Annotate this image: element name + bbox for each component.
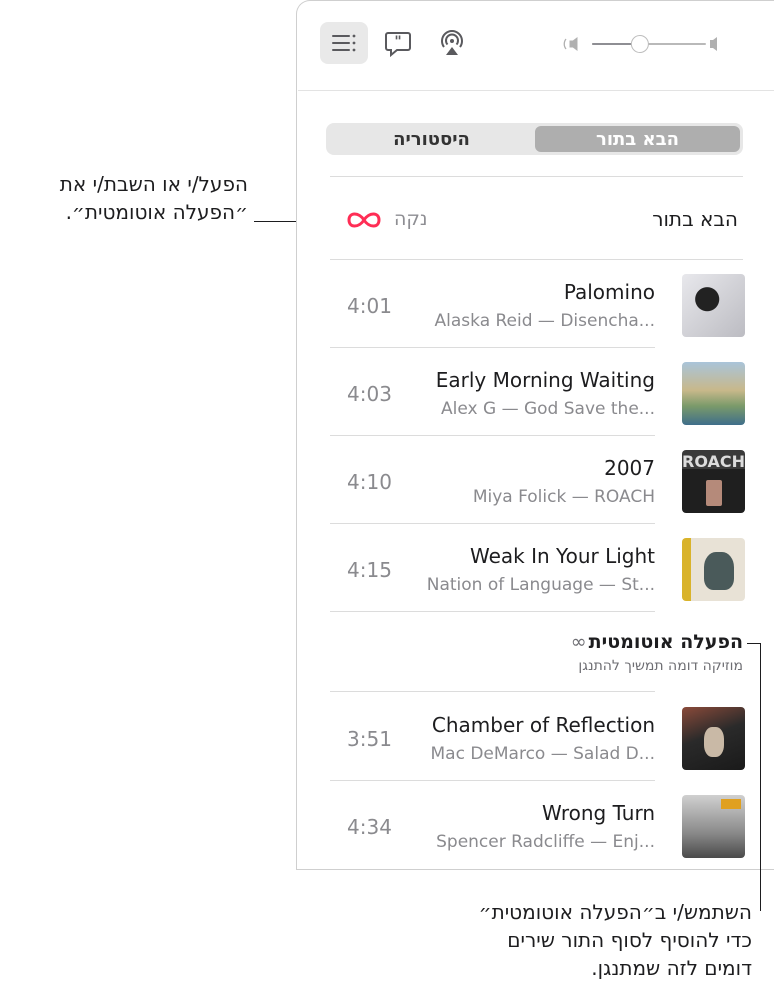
section-title: הבא בתור (652, 207, 738, 231)
infinity-icon (347, 212, 381, 228)
album-art (682, 538, 745, 601)
divider (330, 691, 655, 692)
lyrics-button[interactable]: " (374, 22, 422, 64)
track-title: Palomino (563, 280, 655, 304)
airplay-icon (441, 30, 463, 55)
track-title: Early Morning Waiting (435, 368, 655, 392)
autoplay-row[interactable]: Chamber of Reflection Mac DeMarco — Sala… (330, 693, 745, 781)
track-duration: 4:01 (347, 294, 392, 318)
track-duration: 4:34 (347, 815, 392, 839)
playing-next-button[interactable] (320, 22, 368, 64)
queue-row[interactable]: Weak In Your Light Nation of Language — … (330, 524, 745, 612)
autoplay-row[interactable]: Wrong Turn Spencer Radcliffe — Enj... 4:… (330, 781, 745, 869)
track-title: Chamber of Reflection (431, 713, 655, 737)
callout-line: הפעל/י או השבת/י את (59, 172, 248, 196)
track-duration: 4:15 (347, 558, 392, 582)
svg-text:": " (394, 34, 401, 50)
volume-control[interactable] (562, 34, 722, 54)
track-duration: 3:51 (347, 727, 392, 751)
callout-line: ״הפעלה אוטומטית״. (65, 200, 248, 224)
autoplay-label: הפעלה אוטומטית (588, 631, 743, 653)
autoplay-toggle-button[interactable] (344, 208, 384, 232)
track-subtitle: Mac DeMarco — Salad D... (430, 744, 656, 764)
album-art (682, 362, 745, 425)
autoplay-heading: הפעלה אוטומטית ∞ (571, 631, 743, 653)
playing-next-icon (332, 34, 356, 52)
queue-row[interactable]: Early Morning Waiting Alex G — God Save … (330, 348, 745, 436)
track-subtitle: Alaska Reid — Disencha... (434, 311, 655, 331)
lyrics-icon: " (385, 32, 411, 57)
callout-line: השתמש/י ב״הפעלה אוטומטית״ (478, 900, 752, 924)
divider (330, 176, 743, 177)
track-title: Weak In Your Light (470, 544, 655, 568)
autoplay-subheading: מוזיקה דומה תמשיך להתנגן (578, 658, 743, 674)
row-divider (330, 611, 655, 612)
track-subtitle: Nation of Language — St... (426, 575, 655, 595)
airplay-button[interactable] (428, 22, 476, 64)
album-art (682, 707, 745, 770)
queue-tabs: הבא בתור היסטוריה (326, 123, 743, 155)
album-art: ROACH (682, 450, 745, 513)
album-art (682, 795, 745, 858)
queue-row[interactable]: Palomino Alaska Reid — Disencha... 4:01 (330, 260, 745, 348)
album-art (682, 274, 745, 337)
track-title: 2007 (604, 456, 655, 480)
callout-line: כדי להוסיף לסוף התור שירים (507, 928, 752, 952)
callout-autoplay-info: השתמש/י ב״הפעלה אוטומטית״ כדי להוסיף לסו… (392, 898, 752, 982)
track-subtitle: Miya Folick — ROACH (472, 487, 655, 507)
callout-leader (747, 643, 760, 644)
callout-autoplay-toggle: הפעל/י או השבת/י את ״הפעלה אוטומטית״. (0, 170, 248, 226)
track-duration: 4:10 (347, 470, 392, 494)
volume-slider[interactable] (562, 34, 722, 54)
track-duration: 4:03 (347, 382, 392, 406)
track-subtitle: Alex G — God Save the... (441, 399, 655, 419)
track-title: Wrong Turn (541, 801, 655, 825)
tab-history[interactable]: היסטוריה (329, 126, 534, 152)
callout-leader (760, 643, 761, 911)
infinity-icon: ∞ (570, 631, 587, 653)
album-art-lettering: ROACH (682, 452, 745, 471)
tab-playing-next[interactable]: הבא בתור (535, 126, 740, 152)
track-subtitle: Spencer Radcliffe — Enj... (436, 832, 655, 852)
clear-button[interactable]: נקה (394, 208, 428, 230)
toolbar-divider (298, 90, 774, 91)
queue-row[interactable]: ROACH 2007 Miya Folick — ROACH 4:10 (330, 436, 745, 524)
callout-line: דומים לזה שמתנגן. (591, 956, 752, 980)
